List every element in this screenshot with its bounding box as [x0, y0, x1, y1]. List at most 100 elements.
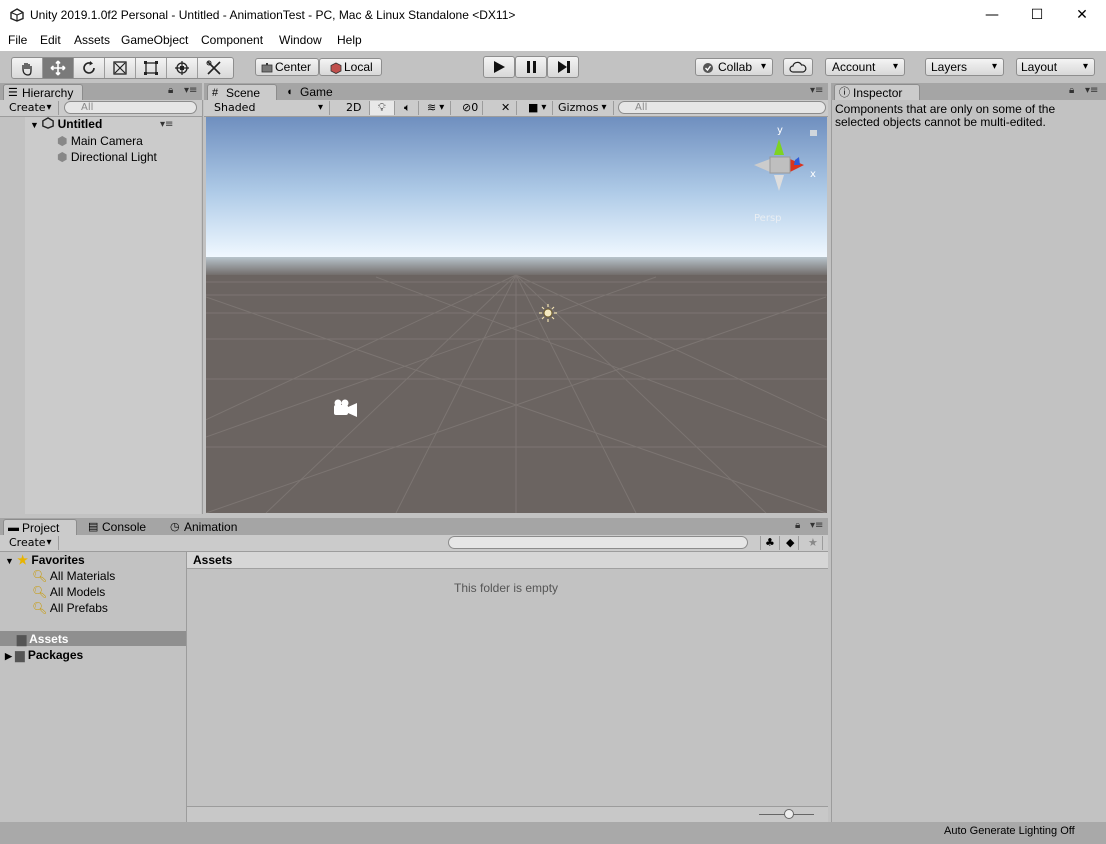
- breadcrumb[interactable]: Assets: [193, 553, 232, 567]
- rotate-tool-icon[interactable]: [74, 58, 105, 78]
- play-button[interactable]: [483, 56, 515, 78]
- scene-subbar: Shaded 2D 💡︎ 🔈︎ ≋ ⊘0 ✕ ■ Gizmos All: [204, 100, 828, 117]
- favorites-row[interactable]: ▼ ★ Favorites: [5, 553, 85, 567]
- step-icon: [558, 61, 570, 73]
- scene-tools-toggle[interactable]: ✕: [495, 101, 518, 115]
- panel-menu-icon[interactable]: ▾≡: [1085, 85, 1098, 96]
- menu-assets[interactable]: Assets: [74, 33, 110, 47]
- project-content: Assets This folder is empty: [187, 552, 828, 823]
- list-item[interactable]: 🔍︎ All Materials: [32, 569, 115, 583]
- cloud-button[interactable]: [783, 58, 813, 76]
- panel-menu-icon[interactable]: ▾≡: [810, 520, 823, 531]
- panel-menu-icon[interactable]: ▾≡: [184, 85, 197, 96]
- menu-component[interactable]: Component: [201, 33, 263, 47]
- favorites-star-button[interactable]: ★: [804, 536, 823, 550]
- tab-scene[interactable]: # Scene: [207, 84, 277, 100]
- search-by-type-button[interactable]: ♣: [760, 536, 780, 550]
- icon-size-slider-thumb[interactable]: [784, 809, 794, 819]
- tab-inspector[interactable]: ⓘ Inspector: [834, 84, 920, 100]
- layout-dropdown[interactable]: Layout: [1016, 58, 1095, 76]
- lock-icon[interactable]: 🔒︎: [795, 520, 800, 531]
- pivot-space-toggle[interactable]: Local: [319, 58, 382, 76]
- tab-console[interactable]: ▤ Console: [84, 519, 164, 535]
- effects-dropdown[interactable]: ≋: [422, 101, 452, 115]
- gizmo-y-label: y: [777, 125, 783, 136]
- lighting-toggle[interactable]: 💡︎: [370, 101, 395, 115]
- folder-assets[interactable]: ▆ Assets: [17, 632, 68, 646]
- hierarchy-create-button[interactable]: Create: [5, 101, 59, 115]
- main-toolbar: Center Local Collab Account Layers Layou…: [0, 51, 1106, 83]
- play-icon: [494, 61, 505, 73]
- close-button[interactable]: ✕: [1059, 0, 1105, 31]
- hierarchy-search-input[interactable]: All: [64, 101, 197, 114]
- folder-icon: ▆: [17, 632, 27, 646]
- move-tool-icon[interactable]: [43, 58, 74, 78]
- hierarchy-panel: Create All ▼ Untitled ▾≡ ⬢ Main Camera ⬢…: [0, 100, 203, 514]
- search-icon: 🔍︎: [32, 601, 48, 615]
- gameobject-cube-icon: ⬢: [57, 150, 68, 164]
- layers-dropdown[interactable]: Layers: [925, 58, 1004, 76]
- 2d-toggle[interactable]: 2D: [338, 101, 371, 115]
- list-item[interactable]: 🔍︎ All Models: [32, 585, 105, 599]
- account-dropdown[interactable]: Account: [825, 58, 905, 76]
- scene-view[interactable]: y x Persp: [206, 117, 827, 513]
- tab-hierarchy[interactable]: ☰ Hierarchy: [3, 84, 83, 100]
- audio-toggle[interactable]: 🔈︎: [397, 101, 419, 115]
- pause-icon: [527, 61, 536, 73]
- search-by-label-button[interactable]: ◆: [782, 536, 800, 550]
- camera-dropdown[interactable]: ■: [522, 101, 554, 115]
- camera-icon: ■: [528, 101, 539, 114]
- list-item[interactable]: 🔍︎ All Prefabs: [32, 601, 108, 615]
- hierarchy-tabbar: ☰ Hierarchy 🔒︎ ▾≡: [0, 83, 202, 100]
- menu-bar: File Edit Assets GameObject Component Wi…: [0, 31, 1106, 51]
- collab-dropdown[interactable]: Collab: [695, 58, 773, 76]
- lock-icon[interactable]: 🔒︎: [168, 85, 173, 96]
- menu-gameobject[interactable]: GameObject: [121, 33, 188, 47]
- menu-edit[interactable]: Edit: [40, 33, 61, 47]
- inspector-message: Components that are only on some of the …: [835, 102, 1056, 129]
- collab-check-icon: [702, 59, 714, 78]
- menu-help[interactable]: Help: [337, 33, 362, 47]
- list-item[interactable]: ⬢ Directional Light: [57, 150, 157, 164]
- shading-mode-dropdown[interactable]: Shaded: [210, 101, 330, 115]
- lightbulb-icon: 💡︎: [378, 101, 386, 114]
- hand-tool-icon[interactable]: [12, 58, 43, 78]
- tab-project[interactable]: ▬ Project: [3, 519, 77, 535]
- cube-icon: [330, 59, 342, 78]
- pacman-icon: ◖: [286, 86, 293, 98]
- scene-row[interactable]: ▼ Untitled: [30, 117, 102, 131]
- project-create-button[interactable]: Create: [5, 536, 59, 550]
- rect-tool-icon[interactable]: [136, 58, 167, 78]
- persp-label: Persp: [754, 213, 782, 224]
- minimize-button[interactable]: —: [969, 0, 1015, 31]
- scene-search-input[interactable]: All: [618, 101, 826, 114]
- scale-tool-icon[interactable]: [105, 58, 136, 78]
- transform-tool-icon[interactable]: [167, 58, 198, 78]
- project-search-input[interactable]: [448, 536, 748, 549]
- gizmos-dropdown[interactable]: Gizmos: [554, 101, 614, 115]
- maximize-button[interactable]: ☐: [1014, 0, 1060, 31]
- scene-menu-icon[interactable]: ▾≡: [160, 119, 173, 130]
- console-icon: ▤: [88, 521, 99, 533]
- tab-animation[interactable]: ◷ Animation: [166, 519, 256, 535]
- step-button[interactable]: [547, 56, 579, 78]
- pause-button[interactable]: [515, 56, 547, 78]
- breadcrumb-bar: Assets: [187, 552, 828, 569]
- tab-game[interactable]: ◖ Game: [282, 84, 352, 100]
- menu-window[interactable]: Window: [279, 33, 322, 47]
- menu-file[interactable]: File: [8, 33, 27, 47]
- clock-icon: ◷: [170, 521, 180, 533]
- panel-menu-icon[interactable]: ▾≡: [810, 85, 823, 96]
- lighting-status[interactable]: Auto Generate Lighting Off: [944, 825, 1075, 837]
- search-icon: 🔍︎: [32, 569, 48, 583]
- custom-tool-icon[interactable]: [198, 58, 229, 78]
- hidden-objects-toggle[interactable]: ⊘0: [458, 101, 484, 115]
- project-footer: [187, 806, 828, 823]
- lock-icon[interactable]: 🔒︎: [1069, 85, 1074, 96]
- gizmo-x-label: x: [810, 169, 816, 180]
- title-bar: Unity 2019.1.0f2 Personal - Untitled - A…: [0, 0, 1106, 31]
- effects-icon: ≋: [427, 101, 437, 114]
- folder-packages[interactable]: ▶ ▆ Packages: [5, 648, 83, 662]
- pivot-center-toggle[interactable]: Center: [255, 58, 319, 76]
- list-item[interactable]: ⬢ Main Camera: [57, 134, 143, 148]
